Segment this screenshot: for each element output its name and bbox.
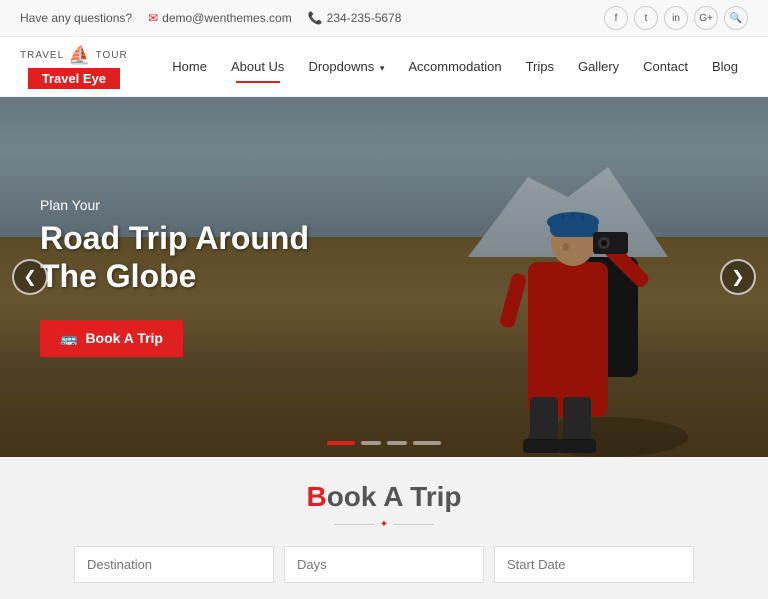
hero-dots bbox=[327, 441, 441, 445]
logo: TRAVEL ⛵ TOUR Travel Eye bbox=[20, 45, 128, 89]
social-icons: f t in G+ 🔍 bbox=[604, 6, 748, 30]
nav-item-blog[interactable]: Blog bbox=[702, 51, 748, 82]
book-title-rest: ook A Trip bbox=[327, 481, 462, 512]
top-bar-left: Have any questions? ✉ demo@wenthemes.com… bbox=[20, 11, 401, 25]
facebook-icon[interactable]: f bbox=[604, 6, 628, 30]
book-trip-title: Book A Trip bbox=[20, 481, 748, 513]
logo-sailboat-icon: ⛵ bbox=[68, 45, 91, 66]
nav-item-gallery[interactable]: Gallery bbox=[568, 51, 629, 82]
nav-item-trips[interactable]: Trips bbox=[516, 51, 564, 82]
destination-input[interactable] bbox=[74, 546, 274, 583]
nav-item-accommodation[interactable]: Accommodation bbox=[398, 51, 511, 82]
email-icon: ✉ bbox=[148, 11, 158, 25]
star-icon: ✦ bbox=[380, 519, 388, 530]
book-trip-section: Book A Trip ✦ bbox=[0, 457, 768, 599]
slide-dot-1[interactable] bbox=[327, 441, 355, 445]
nav-item-contact[interactable]: Contact bbox=[633, 51, 698, 82]
nav-item-dropdowns[interactable]: Dropdowns ▾ bbox=[298, 51, 394, 82]
phone-icon: 📞 bbox=[308, 11, 323, 25]
slide-dot-2[interactable] bbox=[361, 441, 381, 445]
hero-title-line1: Road Trip Around bbox=[40, 220, 309, 256]
twitter-icon[interactable]: t bbox=[634, 6, 658, 30]
slide-dot-4[interactable] bbox=[413, 441, 441, 445]
linkedin-icon[interactable]: in bbox=[664, 6, 688, 30]
book-trip-label: Book A Trip bbox=[85, 330, 163, 346]
hero-title: Road Trip Around The Globe bbox=[40, 219, 309, 296]
email-contact[interactable]: ✉ demo@wenthemes.com bbox=[148, 11, 292, 25]
hero-subtitle: Plan Your bbox=[40, 197, 309, 213]
hero-title-line2: The Globe bbox=[40, 259, 196, 295]
phone-text: 234-235-5678 bbox=[327, 11, 402, 25]
logo-tour-text: TOUR bbox=[96, 50, 128, 61]
days-input[interactable] bbox=[284, 546, 484, 583]
logo-travel-text: TRAVEL bbox=[20, 50, 64, 61]
logo-brand-label[interactable]: Travel Eye bbox=[28, 68, 120, 89]
slide-dot-3[interactable] bbox=[387, 441, 407, 445]
hero-prev-button[interactable]: ❮ bbox=[12, 259, 48, 295]
nav-bar: TRAVEL ⛵ TOUR Travel Eye Home About Us D… bbox=[0, 37, 768, 97]
hero-section: ❮ Plan Your Road Trip Around The Globe 🚌… bbox=[0, 97, 768, 457]
start-date-input[interactable] bbox=[494, 546, 694, 583]
nav-item-about[interactable]: About Us bbox=[221, 51, 294, 82]
book-divider: ✦ bbox=[20, 519, 748, 530]
top-bar: Have any questions? ✉ demo@wenthemes.com… bbox=[0, 0, 768, 37]
email-text: demo@wenthemes.com bbox=[162, 11, 292, 25]
hero-next-button[interactable]: ❯ bbox=[720, 259, 756, 295]
book-title-b: B bbox=[306, 481, 326, 512]
main-nav: Home About Us Dropdowns ▾ Accommodation … bbox=[162, 51, 748, 82]
logo-top: TRAVEL ⛵ TOUR bbox=[20, 45, 128, 66]
nav-item-home[interactable]: Home bbox=[162, 51, 217, 82]
book-trip-hero-button[interactable]: 🚌 Book A Trip bbox=[40, 320, 183, 357]
question-text: Have any questions? bbox=[20, 11, 132, 25]
book-inputs-row bbox=[20, 546, 748, 583]
bus-icon: 🚌 bbox=[60, 330, 77, 347]
phone-contact[interactable]: 📞 234-235-5678 bbox=[308, 11, 402, 25]
dropdown-arrow-icon: ▾ bbox=[380, 63, 385, 73]
search-icon[interactable]: 🔍 bbox=[724, 6, 748, 30]
hero-content: Plan Your Road Trip Around The Globe 🚌 B… bbox=[40, 197, 309, 357]
googleplus-icon[interactable]: G+ bbox=[694, 6, 718, 30]
